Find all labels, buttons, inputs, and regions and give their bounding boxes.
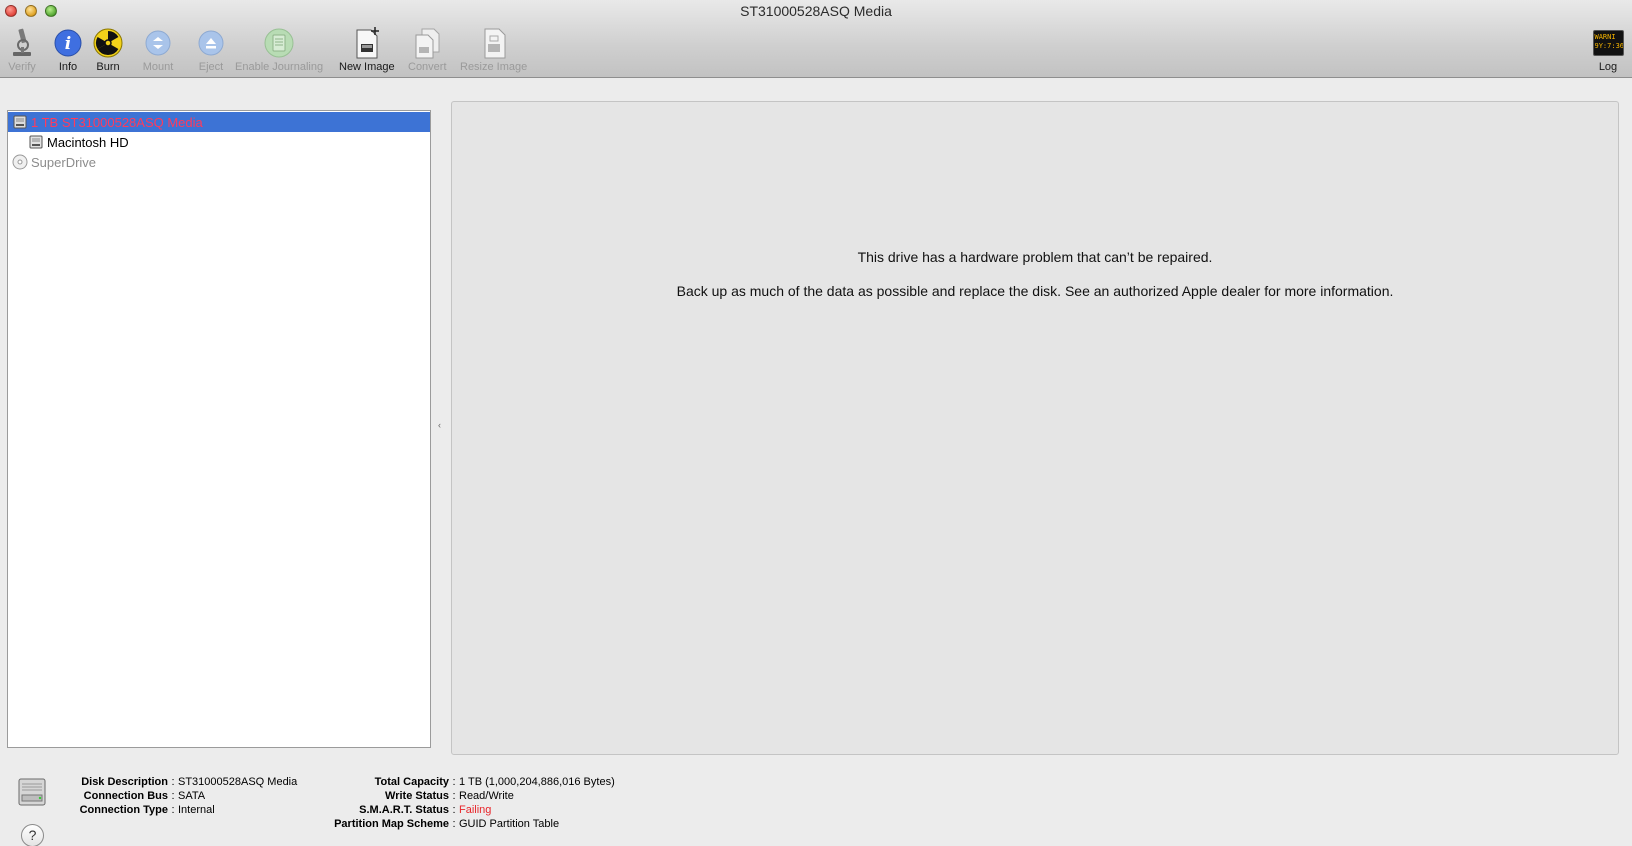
mount-icon	[142, 26, 174, 60]
total-capacity-value: 1 TB (1,000,204,886,016 Bytes)	[459, 776, 615, 788]
disk-list-item-label: Macintosh HD	[47, 134, 129, 150]
separator: :	[452, 790, 456, 802]
radiation-icon	[92, 26, 124, 60]
separator: :	[452, 818, 456, 830]
new-image-icon	[351, 26, 383, 60]
smart-status-value: Failing	[459, 804, 492, 816]
burn-button[interactable]: Burn	[92, 26, 124, 73]
smart-status-row: S.M.A.R.T. Status: Failing	[0, 803, 615, 817]
resize-image-label: Resize Image	[460, 61, 528, 73]
disk-list-item[interactable]: Macintosh HD	[8, 132, 430, 152]
mount-button[interactable]: Mount	[142, 26, 174, 73]
microscope-icon	[6, 26, 38, 60]
error-message-detail: Back up as much of the data as possible …	[676, 283, 1394, 299]
log-label: Log	[1598, 61, 1618, 73]
mount-label: Mount	[142, 61, 174, 73]
disk-list-item-label: 1 TB ST31000528ASQ Media	[31, 114, 203, 130]
help-button[interactable]: ?	[21, 824, 44, 846]
new-image-button[interactable]: New Image	[339, 26, 395, 73]
disk-list[interactable]: 1 TB ST31000528ASQ Media Macintosh HD Su…	[7, 110, 431, 748]
eject-button[interactable]: Eject	[195, 26, 227, 73]
resize-image-button[interactable]: Resize Image	[460, 26, 527, 73]
log-button[interactable]: WARNI 9Y:7:36 Log	[1592, 26, 1624, 73]
enable-journaling-label: Enable Journaling	[235, 61, 324, 73]
verify-button[interactable]: Verify	[6, 26, 38, 73]
convert-label: Convert	[408, 61, 447, 73]
log-icon-text: 9Y:7:36	[1594, 42, 1624, 50]
window-title: ST31000528ASQ Media	[740, 3, 892, 19]
disk-list-item-label: SuperDrive	[31, 154, 97, 170]
new-image-label: New Image	[339, 61, 395, 73]
separator: :	[452, 804, 456, 816]
hard-drive-icon	[12, 114, 28, 130]
write-status-value: Read/Write	[459, 790, 514, 802]
separator: :	[452, 776, 456, 788]
journal-icon	[263, 26, 295, 60]
title-toolbar: ST31000528ASQ Media Verify i Info Burn M…	[0, 0, 1632, 78]
error-message-title: This drive has a hardware problem that c…	[857, 249, 1213, 265]
write-status-label: Write Status	[385, 790, 449, 802]
disk-info-right: Total Capacity:1 TB (1,000,204,886,016 B…	[0, 775, 615, 831]
info-label: Info	[58, 61, 78, 73]
convert-icon	[411, 26, 443, 60]
disk-info-bar: Disk Description: ST31000528ASQ Media Con…	[0, 765, 1632, 846]
main-pane: This drive has a hardware problem that c…	[451, 101, 1619, 755]
partition-map-value: GUID Partition Table	[459, 818, 560, 830]
pane-splitter[interactable]: ‹	[438, 420, 441, 430]
eject-icon	[195, 26, 227, 60]
log-icon-text: WARNI	[1594, 33, 1616, 41]
info-button[interactable]: i Info	[52, 26, 84, 73]
partition-map-label: Partition Map Scheme	[334, 818, 449, 830]
disk-list-item[interactable]: 1 TB ST31000528ASQ Media	[8, 112, 430, 132]
console-log-icon: WARNI 9Y:7:36	[1592, 26, 1624, 60]
smart-status-label: S.M.A.R.T. Status	[359, 804, 449, 816]
volume-icon	[28, 134, 44, 150]
eject-label: Eject	[198, 61, 224, 73]
info-icon: i	[52, 26, 84, 60]
partition-map-row: Partition Map Scheme: GUID Partition Tabl…	[0, 817, 615, 831]
burn-label: Burn	[96, 61, 120, 73]
write-status-row: Write Status: Read/Write	[0, 789, 615, 803]
convert-button[interactable]: Convert	[408, 26, 447, 73]
total-capacity-row: Total Capacity:1 TB (1,000,204,886,016 B…	[0, 775, 615, 789]
enable-journaling-button[interactable]: Enable Journaling	[235, 26, 323, 73]
disk-list-item[interactable]: SuperDrive	[8, 152, 430, 172]
svg-text:i: i	[65, 34, 71, 54]
resize-image-icon	[478, 26, 510, 60]
total-capacity-label: Total Capacity	[374, 776, 449, 788]
verify-label: Verify	[8, 61, 36, 73]
optical-drive-icon	[12, 154, 28, 170]
